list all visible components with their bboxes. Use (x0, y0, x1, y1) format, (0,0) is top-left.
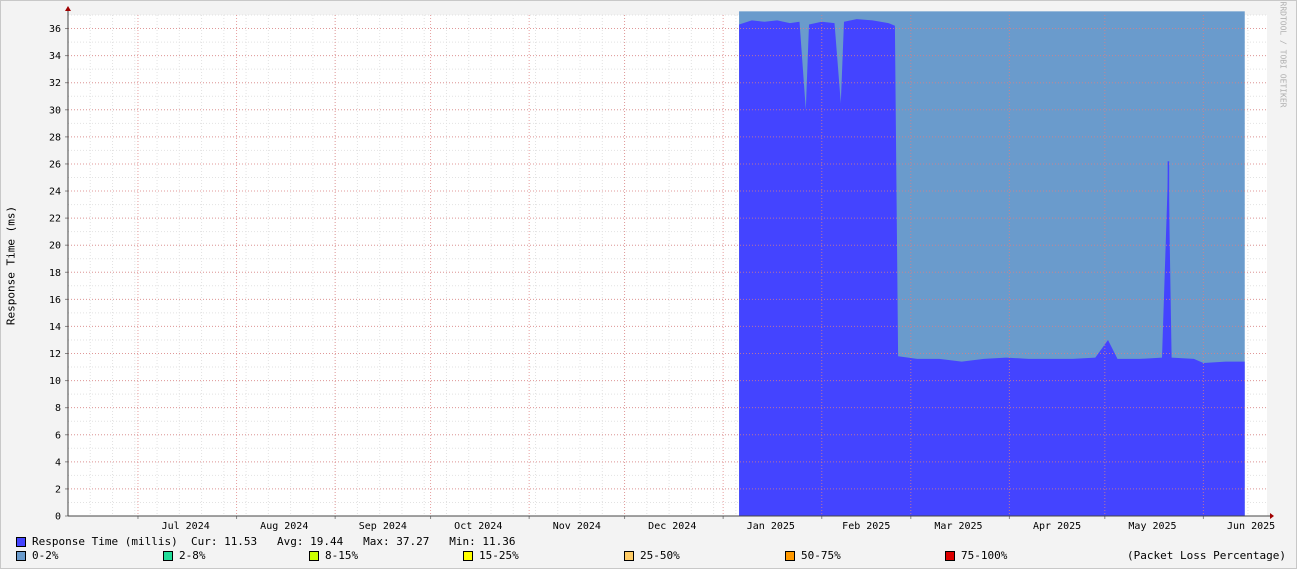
legend-label-response-time: Response Time (millis) (32, 535, 178, 548)
legend-item-packet-loss: 15-25% (463, 549, 519, 562)
y-tick-label: 20 (49, 241, 61, 252)
legend-item-packet-loss: 50-75% (785, 549, 841, 562)
x-tick-label: Dec 2024 (648, 521, 696, 532)
x-tick-label: Jan 2025 (747, 521, 795, 532)
x-tick-label: Jul 2024 (162, 521, 210, 532)
x-tick-label: Aug 2024 (260, 521, 308, 532)
y-tick-label: 0 (55, 512, 61, 523)
x-tick-label: Feb 2025 (842, 521, 890, 532)
packet-loss-caption: (Packet Loss Percentage) (1127, 549, 1286, 562)
x-tick-label: Nov 2024 (553, 521, 601, 532)
legend-label: 50-75% (801, 549, 841, 562)
legend-item-packet-loss: 2-8% (163, 549, 206, 562)
legend-packet-loss: (Packet Loss Percentage) 0-2% 2-8% 8-15% 15… (16, 549, 1286, 563)
graph-frame: 0 2 4 6 8 10 12 14 16 18 20 22 24 26 28 30 32 34 36 Jul 202… (0, 0, 1297, 569)
y-tick-label: 6 (55, 430, 61, 441)
y-tick-label: 30 (49, 105, 61, 116)
legend-label: 15-25% (479, 549, 519, 562)
legend-label: 0-2% (32, 549, 59, 562)
legend-stats: Cur: 11.53 Avg: 19.44 Max: 37.27 Min: 11… (190, 535, 516, 548)
y-tick-label: 36 (49, 24, 61, 35)
legend-swatch (309, 550, 319, 561)
legend-swatch (785, 550, 795, 561)
legend-label: 8-15% (325, 549, 359, 562)
y-tick-label: 12 (49, 349, 61, 360)
y-tick-label: 32 (49, 78, 61, 89)
legend-label: 75-100% (961, 549, 1008, 562)
response-time-chart: 024681012141618202224262830323436Jul 202… (49, 6, 1275, 532)
x-tick-label: Sep 2024 (359, 521, 407, 532)
x-tick-label: Oct 2024 (454, 521, 502, 532)
legend-item-packet-loss: 75-100% (945, 549, 1007, 562)
x-axis-arrow (1270, 513, 1274, 519)
y-tick-label: 16 (49, 295, 61, 306)
legend-swatch (163, 550, 173, 561)
x-tick-label: Jun 2025 (1227, 521, 1275, 532)
y-tick-label: 2 (55, 484, 61, 495)
legend-item-packet-loss: 0-2% (16, 549, 59, 562)
y-axis-arrow (65, 6, 71, 11)
legend-swatch (463, 550, 473, 561)
y-tick-label: 24 (49, 187, 61, 198)
legend-swatch (16, 550, 26, 561)
y-tick-label: 4 (55, 457, 61, 468)
y-tick-label: 10 (49, 376, 61, 387)
y-tick-label: 8 (55, 403, 61, 414)
y-tick-label: 28 (49, 132, 61, 143)
legend-swatch (945, 550, 955, 561)
legend-item-packet-loss: 25-50% (624, 549, 680, 562)
x-tick-label: Apr 2025 (1033, 521, 1081, 532)
y-tick-label: 22 (49, 214, 61, 225)
y-tick-label: 14 (49, 322, 61, 333)
y-tick-label: 34 (49, 51, 61, 62)
x-tick-label: May 2025 (1128, 521, 1176, 532)
x-tick-label: Mar 2025 (934, 521, 982, 532)
legend-swatch (624, 550, 634, 561)
legend-label: 25-50% (640, 549, 680, 562)
legend-swatch-response-time (16, 536, 26, 547)
y-axis-label: Response Time (ms) (4, 205, 18, 326)
y-tick-label: 26 (49, 159, 61, 170)
rrdtool-watermark: RRDTOOL / TOBI OETIKER (1278, 1, 1288, 108)
legend-label: 2-8% (179, 549, 206, 562)
legend-item-packet-loss: 8-15% (309, 549, 358, 562)
y-tick-label: 18 (49, 268, 61, 279)
legend-response-time: Response Time (millis) Cur: 11.53 Avg: 1… (16, 535, 515, 548)
